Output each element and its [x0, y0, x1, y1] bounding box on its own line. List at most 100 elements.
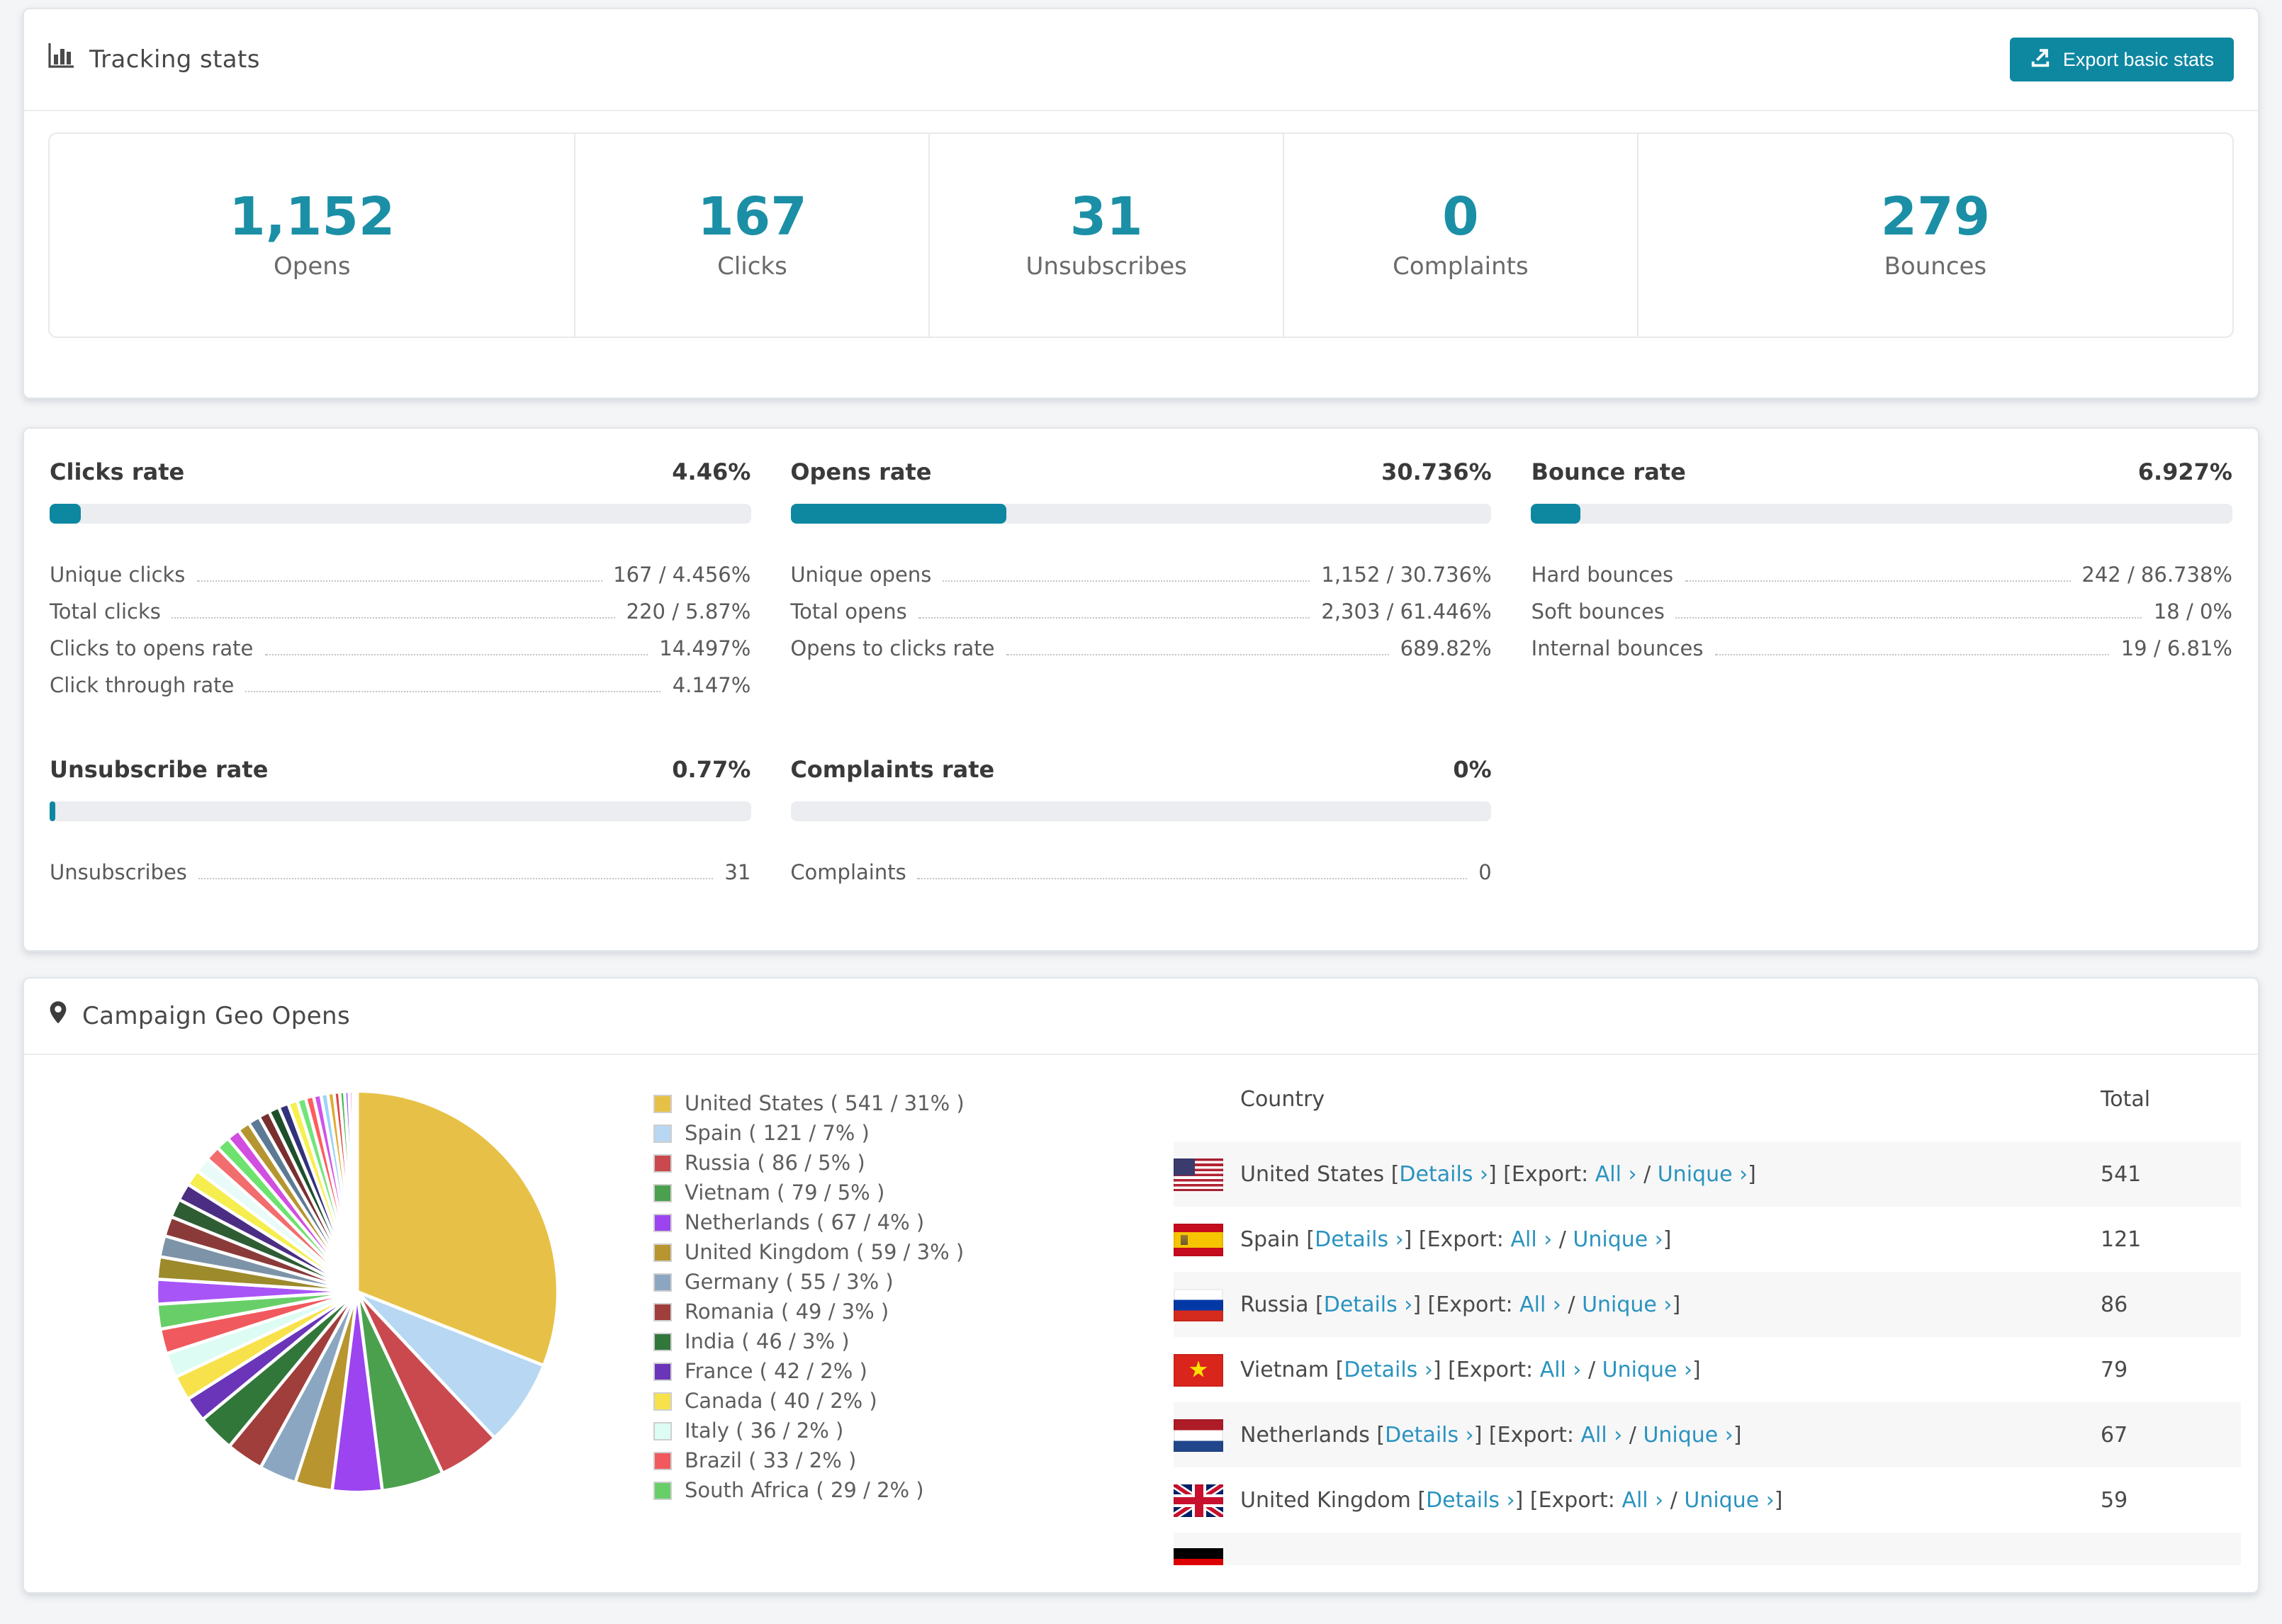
rate-row-label: Unique clicks	[50, 565, 186, 587]
geo-table-header: Country Total	[1174, 1055, 2241, 1141]
summary-stat: 31 Unsubscribes	[930, 134, 1285, 337]
rate-progress-track	[790, 504, 1492, 524]
stat-label: Clicks	[717, 252, 787, 281]
link-separator: ] [Export:	[1432, 1357, 1540, 1382]
details-link[interactable]: Details ›	[1324, 1292, 1413, 1317]
export-basic-stats-button[interactable]: Export basic stats	[2010, 38, 2234, 81]
rate-row-label: Clicks to opens rate	[50, 638, 254, 661]
link-separator: [	[1384, 1161, 1400, 1187]
country-name: United Kingdom	[1240, 1487, 1411, 1513]
tracking-stats-header: Tracking stats Export basic stats	[24, 9, 2258, 111]
rate-row-value: 167 / 4.456%	[613, 565, 751, 587]
details-link[interactable]: Details ›	[1399, 1161, 1488, 1187]
country-cell: Vietnam [Details ›] [Export: All › / Uni…	[1174, 1353, 2101, 1386]
link-separator: /	[1636, 1161, 1658, 1187]
gb-flag-icon	[1174, 1484, 1223, 1516]
legend-item: Vietnam ( 79 / 5% )	[653, 1178, 965, 1208]
rate-row-label: Total clicks	[50, 602, 161, 624]
link-separator: /	[1663, 1487, 1685, 1513]
rate-block: Clicks rate 4.46% Unique clicks 167 / 4.456…	[50, 458, 751, 705]
dotted-leader	[917, 878, 1468, 879]
link-separator: ]	[1733, 1422, 1742, 1448]
export-all-link[interactable]: All ›	[1621, 1487, 1663, 1513]
legend-swatch	[653, 1303, 672, 1321]
export-unique-link[interactable]: Unique ›	[1684, 1487, 1774, 1513]
legend-label: India ( 46 / 3% )	[685, 1331, 850, 1353]
country-cell: United Kingdom [Details ›] [Export: All …	[1174, 1484, 2101, 1516]
stat-value: 0	[1442, 186, 1479, 248]
legend-item: Romania ( 49 / 3% )	[653, 1297, 965, 1327]
rate-row-value: 1,152 / 30.736%	[1321, 565, 1492, 587]
details-link[interactable]: Details ›	[1426, 1487, 1515, 1513]
legend-label: Spain ( 121 / 7% )	[685, 1122, 870, 1145]
legend-item: United Kingdom ( 59 / 3% )	[653, 1238, 965, 1268]
rate-title: Unsubscribe rate	[50, 756, 269, 783]
geo-opens-title: Campaign Geo Opens	[48, 1000, 350, 1032]
rate-row-value: 4.147%	[672, 675, 751, 698]
table-row: Netherlands [Details ›] [Export: All › /…	[1174, 1402, 2241, 1467]
rate-row-label: Unsubscribes	[50, 862, 187, 885]
export-unique-link[interactable]: Unique ›	[1573, 1227, 1663, 1252]
link-separator: ]	[1774, 1487, 1783, 1513]
rate-title: Bounce rate	[1531, 458, 1686, 485]
export-all-link[interactable]: All ›	[1510, 1227, 1552, 1252]
us-flag-icon	[1174, 1158, 1223, 1190]
rate-row-label: Soft bounces	[1531, 602, 1665, 624]
export-all-link[interactable]: All ›	[1595, 1161, 1637, 1187]
legend-label: Brazil ( 33 / 2% )	[685, 1450, 857, 1472]
details-link[interactable]: Details ›	[1385, 1422, 1474, 1448]
rate-progress-fill	[1531, 504, 1580, 524]
legend-label: France ( 42 / 2% )	[685, 1360, 867, 1383]
rate-block: Opens rate 30.736% Unique opens 1,152 / 30.…	[790, 458, 1492, 705]
legend-swatch	[653, 1333, 672, 1351]
total-value: 86	[2101, 1292, 2128, 1317]
rate-rows: Unique opens 1,152 / 30.736% Total opens 2,…	[790, 558, 1491, 668]
legend-swatch	[653, 1095, 672, 1113]
total-value: 79	[2101, 1357, 2128, 1382]
legend-swatch	[653, 1392, 672, 1411]
rate-row: Unique clicks 167 / 4.456%	[50, 558, 751, 594]
tracking-stats-card: Tracking stats Export basic stats 1,152 O…	[23, 8, 2259, 399]
export-all-link[interactable]: All ›	[1581, 1422, 1623, 1448]
legend-label: Romania ( 49 / 3% )	[685, 1301, 889, 1324]
export-unique-link[interactable]: Unique ›	[1602, 1357, 1692, 1382]
details-link[interactable]: Details ›	[1344, 1357, 1433, 1382]
tracking-stats-title: Tracking stats	[48, 43, 260, 76]
rate-row-label: Click through rate	[50, 675, 235, 698]
total-value: 121	[2101, 1227, 2142, 1252]
rate-progress-fill	[790, 504, 1006, 524]
table-row: Spain [Details ›] [Export: All › / Uniqu…	[1174, 1207, 2241, 1272]
rate-row-value: 14.497%	[659, 638, 751, 661]
link-separator: [	[1299, 1227, 1315, 1252]
rates-grid: Clicks rate 4.46% Unique clicks 167 / 4.456…	[50, 458, 2232, 892]
page: Tracking stats Export basic stats 1,152 O…	[0, 8, 2282, 1624]
table-row: Vietnam [Details ›] [Export: All › / Uni…	[1174, 1337, 2241, 1402]
rate-row-value: 242 / 86.738%	[2081, 565, 2232, 587]
link-separator: /	[1581, 1357, 1602, 1382]
link-separator: /	[1622, 1422, 1643, 1448]
export-unique-link[interactable]: Unique ›	[1643, 1422, 1733, 1448]
rate-row-label: Total opens	[790, 602, 907, 624]
export-unique-link[interactable]: Unique ›	[1582, 1292, 1672, 1317]
dotted-leader	[264, 654, 648, 655]
total-value: 59	[2101, 1487, 2128, 1513]
legend-item: France ( 42 / 2% )	[653, 1357, 965, 1387]
export-all-link[interactable]: All ›	[1519, 1292, 1561, 1317]
table-row: United States [Details ›] [Export: All ›…	[1174, 1141, 2241, 1207]
dotted-leader	[1675, 617, 2142, 619]
export-all-link[interactable]: All ›	[1540, 1357, 1582, 1382]
details-link[interactable]: Details ›	[1315, 1227, 1404, 1252]
pie-slice	[354, 1089, 359, 1294]
rate-row-value: 689.82%	[1400, 638, 1492, 661]
rate-row: Total clicks 220 / 5.87%	[50, 594, 751, 631]
legend-swatch	[653, 1184, 672, 1202]
export-icon	[2030, 47, 2052, 72]
export-unique-link[interactable]: Unique ›	[1658, 1161, 1748, 1187]
country-name: Vietnam	[1240, 1357, 1330, 1382]
summary-stat: 1,152 Opens	[50, 134, 576, 337]
rate-row-label: Internal bounces	[1531, 638, 1704, 661]
es-flag-icon	[1174, 1223, 1223, 1256]
rate-row-value: 220 / 5.87%	[626, 602, 751, 624]
rate-value: 6.927%	[2137, 458, 2232, 485]
rate-row: Complaints 0	[790, 855, 1491, 892]
